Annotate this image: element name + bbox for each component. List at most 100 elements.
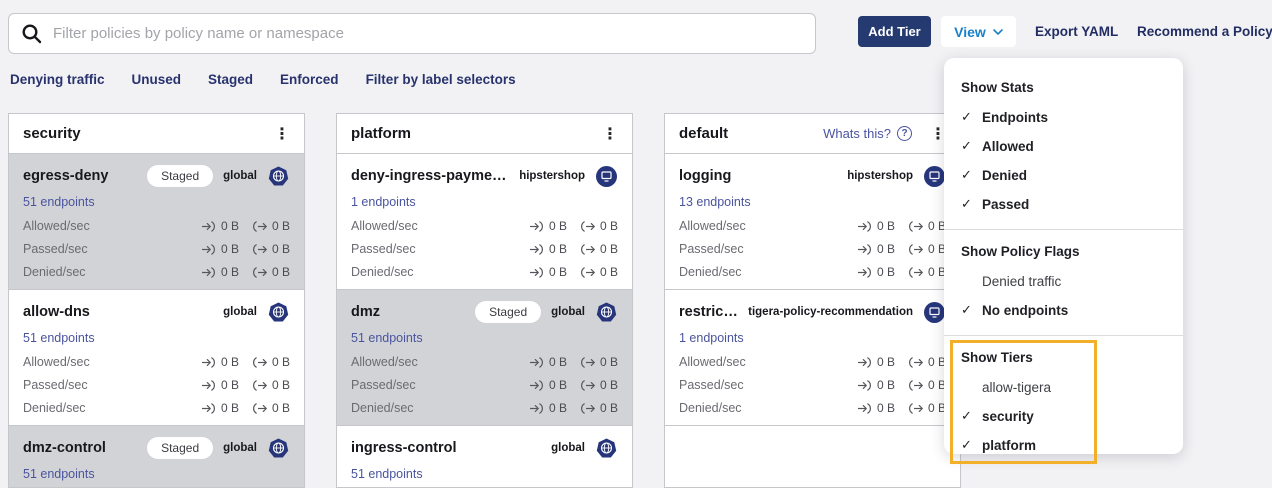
inbound-stat: 0 B — [857, 401, 895, 415]
endpoints-link[interactable]: 1 endpoints — [679, 330, 744, 346]
stat-label: Denied/sec — [679, 401, 857, 415]
policy-scope-label: global — [223, 170, 257, 182]
inbound-stat: 0 B — [857, 242, 895, 256]
stat-label: Allowed/sec — [23, 355, 201, 369]
menu-item-security[interactable]: ✓security — [944, 402, 1183, 431]
policy-card-header: restrictedtigera-policy-recommendation — [679, 301, 946, 323]
policy-card-header: dmz-controlStagedglobal — [23, 437, 290, 459]
inbound-stat: 0 B — [857, 219, 895, 233]
inbound-stat: 0 B — [201, 401, 239, 415]
stat-label: Passed/sec — [351, 242, 529, 256]
endpoints-link[interactable]: 51 endpoints — [23, 466, 95, 482]
namespace-policy-icon — [923, 165, 946, 188]
outbound-stat: 0 B — [908, 401, 946, 415]
policy-card-logging[interactable]: logginghipstershop13 endpointsAllowed/se… — [665, 154, 960, 290]
menu-item-allow-tigera[interactable]: allow-tigera — [944, 373, 1183, 402]
menu-section-show-stats: Show Stats✓Endpoints✓Allowed✓Denied✓Pass… — [944, 66, 1183, 229]
policy-scope-label: global — [551, 442, 585, 454]
search-input[interactable] — [53, 25, 803, 42]
outbound-stat: 0 B — [252, 378, 290, 392]
menu-item-endpoints[interactable]: ✓Endpoints — [944, 103, 1183, 132]
whats-this-link[interactable]: Whats this? — [823, 126, 891, 141]
policy-name: dmz-control — [23, 440, 137, 456]
policy-scope-label: hipstershop — [519, 170, 585, 182]
endpoints-link[interactable]: 51 endpoints — [23, 194, 95, 210]
filter-links-row: Denying traffic Unused Staged Enforced Filte… — [10, 72, 516, 87]
policy-scope-label: global — [223, 306, 257, 318]
filter-link-unused[interactable]: Unused — [132, 72, 182, 87]
inbound-stat: 0 B — [529, 401, 567, 415]
filter-link-filter-by-label-selectors[interactable]: Filter by label selectors — [366, 72, 516, 87]
policy-card-header: logginghipstershop — [679, 165, 946, 187]
inbound-stat: 0 B — [529, 219, 567, 233]
tier-header: defaultWhats this??⋮ — [665, 114, 960, 154]
add-tier-button[interactable]: Add Tier — [858, 16, 931, 47]
policy-name: restricted — [679, 304, 738, 320]
menu-item-platform[interactable]: ✓platform — [944, 431, 1183, 460]
help-icon[interactable]: ? — [897, 126, 912, 141]
menu-section-title: Show Stats — [944, 74, 1183, 103]
menu-item-denied[interactable]: ✓Denied — [944, 161, 1183, 190]
recommend-policy-button[interactable]: Recommend a Policy — [1137, 24, 1272, 39]
menu-item-passed[interactable]: ✓Passed — [944, 190, 1183, 219]
inbound-stat: 0 B — [529, 378, 567, 392]
inbound-stat: 0 B — [529, 355, 567, 369]
tier-title: security — [23, 125, 268, 142]
export-yaml-button[interactable]: Export YAML — [1035, 24, 1118, 39]
endpoints-link[interactable]: 51 endpoints — [351, 330, 423, 346]
tier-menu-button[interactable]: ⋮ — [596, 126, 624, 142]
outbound-stat: 0 B — [252, 265, 290, 279]
staged-badge: Staged — [147, 165, 213, 187]
menu-item-allowed[interactable]: ✓Allowed — [944, 132, 1183, 161]
check-icon: ✓ — [961, 139, 982, 154]
endpoints-link[interactable]: 51 endpoints — [23, 330, 95, 346]
stat-row-allowed-sec: Allowed/sec0 B0 B — [23, 354, 290, 370]
menu-item-label: security — [982, 409, 1034, 424]
view-dropdown-menu: Show Stats✓Endpoints✓Allowed✓Denied✓Pass… — [944, 58, 1183, 454]
stat-label: Passed/sec — [679, 378, 857, 392]
namespace-policy-icon — [923, 301, 946, 324]
outbound-stat: 0 B — [908, 219, 946, 233]
inbound-stat: 0 B — [201, 265, 239, 279]
filter-link-denying-traffic[interactable]: Denying traffic — [10, 72, 105, 87]
tier-title: platform — [351, 125, 596, 142]
search-bar — [8, 13, 816, 54]
stat-row-denied-sec: Denied/sec0 B0 B — [23, 264, 290, 280]
stat-label: Allowed/sec — [351, 355, 529, 369]
tier-column-platform: platform⋮ deny-ingress-paymentservi…hipst… — [336, 113, 633, 488]
policy-card-dmz-control[interactable]: dmz-controlStagedglobal 51 endpoints — [9, 426, 304, 488]
policy-name: ingress-control — [351, 440, 541, 456]
outbound-stat: 0 B — [252, 242, 290, 256]
policy-card-egress-deny[interactable]: egress-denyStagedglobal51 endpointsAllow… — [9, 154, 304, 290]
check-icon: ✓ — [961, 110, 982, 125]
stat-row-allowed-sec: Allowed/sec0 B0 B — [351, 218, 618, 234]
check-icon: ✓ — [961, 409, 982, 424]
inbound-stat: 0 B — [201, 378, 239, 392]
endpoints-link[interactable]: 51 endpoints — [351, 466, 423, 482]
global-policy-icon — [595, 437, 618, 460]
policy-name: allow-dns — [23, 304, 213, 320]
policy-card-ingress-control[interactable]: ingress-control global 51 endpoints — [337, 426, 632, 488]
policy-card-restricted[interactable]: restrictedtigera-policy-recommendation 1 … — [665, 290, 960, 426]
policy-card-allow-dns[interactable]: allow-dnsglobal51 endpointsAllowed/sec0 … — [9, 290, 304, 426]
endpoints-link[interactable]: 1 endpoints — [351, 194, 416, 210]
view-button[interactable]: View — [941, 16, 1016, 47]
menu-item-label: Denied — [982, 168, 1027, 183]
inbound-stat: 0 B — [201, 355, 239, 369]
stat-label: Passed/sec — [351, 378, 529, 392]
check-icon: ✓ — [961, 303, 982, 318]
outbound-stat: 0 B — [580, 265, 618, 279]
stat-row-allowed-sec: Allowed/sec0 B0 B — [679, 218, 946, 234]
inbound-stat: 0 B — [201, 219, 239, 233]
inbound-stat: 0 B — [857, 265, 895, 279]
policy-card-deny-ingress-paymentservi[interactable]: deny-ingress-paymentservi…hipstershop1 e… — [337, 154, 632, 290]
menu-item-denied-traffic[interactable]: Denied traffic — [944, 267, 1183, 296]
filter-link-enforced[interactable]: Enforced — [280, 72, 339, 87]
check-icon: ✓ — [961, 168, 982, 183]
policy-card-header: allow-dns global — [23, 301, 290, 323]
policy-card-dmz[interactable]: dmzStagedglobal51 endpointsAllowed/sec0 … — [337, 290, 632, 426]
tier-menu-button[interactable]: ⋮ — [268, 126, 296, 142]
filter-link-staged[interactable]: Staged — [208, 72, 253, 87]
menu-item-no-endpoints[interactable]: ✓No endpoints — [944, 296, 1183, 325]
endpoints-link[interactable]: 13 endpoints — [679, 194, 751, 210]
